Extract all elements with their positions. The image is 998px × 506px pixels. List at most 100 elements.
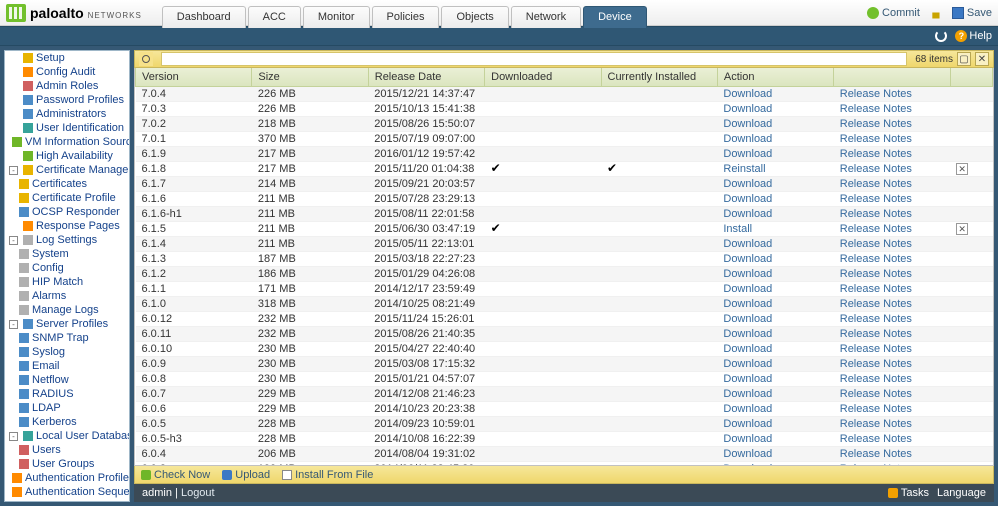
sidebar-item-authentication-sequence[interactable]: Authentication Sequence (5, 485, 129, 499)
sidebar-item-response-pages[interactable]: Response Pages (5, 219, 129, 233)
help-link[interactable]: ?Help (955, 30, 992, 42)
sidebar-item-users[interactable]: Users (5, 443, 129, 457)
table-row[interactable]: 6.0.10230 MB2015/04/27 22:40:40DownloadR… (136, 342, 993, 357)
release-notes-link[interactable]: Release Notes (840, 328, 912, 340)
release-notes-link[interactable]: Release Notes (840, 373, 912, 385)
action-link[interactable]: Download (723, 313, 772, 325)
action-link[interactable]: Download (723, 388, 772, 400)
sidebar-item-snmp-trap[interactable]: SNMP Trap (5, 331, 129, 345)
action-link[interactable]: Download (723, 253, 772, 265)
upload-button[interactable]: Upload (222, 469, 270, 481)
table-row[interactable]: 6.0.7229 MB2014/12/08 21:46:23DownloadRe… (136, 387, 993, 402)
table-row[interactable]: 6.1.3187 MB2015/03/18 22:27:23DownloadRe… (136, 252, 993, 267)
release-notes-link[interactable]: Release Notes (840, 403, 912, 415)
col-version[interactable]: Version (136, 68, 252, 87)
release-notes-link[interactable]: Release Notes (840, 163, 912, 175)
action-link[interactable]: Download (723, 103, 772, 115)
release-notes-link[interactable]: Release Notes (840, 208, 912, 220)
refresh-icon[interactable] (935, 30, 947, 42)
sidebar-item-kerberos[interactable]: Kerberos (5, 415, 129, 429)
release-notes-link[interactable]: Release Notes (840, 343, 912, 355)
tab-policies[interactable]: Policies (372, 6, 440, 28)
tab-network[interactable]: Network (511, 6, 581, 28)
expand-button[interactable]: ▢ (957, 52, 971, 66)
action-link[interactable]: Download (723, 133, 772, 145)
check-now-button[interactable]: Check Now (141, 469, 210, 481)
action-link[interactable]: Download (723, 433, 772, 445)
sidebar-item-log-settings[interactable]: -Log Settings (5, 233, 129, 247)
sidebar-item-vm-information-sources[interactable]: VM Information Sources (5, 135, 129, 149)
commit-link[interactable]: Commit (867, 7, 920, 19)
col-action[interactable]: Action (717, 68, 833, 87)
release-notes-link[interactable]: Release Notes (840, 223, 912, 235)
sidebar-item-setup[interactable]: Setup (5, 51, 129, 65)
sidebar-item-local-user-database[interactable]: -Local User Database (5, 429, 129, 443)
table-row[interactable]: 7.0.4226 MB2015/12/21 14:37:47DownloadRe… (136, 87, 993, 102)
release-notes-link[interactable]: Release Notes (840, 88, 912, 100)
sidebar-item-ocsp-responder[interactable]: OCSP Responder (5, 205, 129, 219)
table-row[interactable]: 6.0.5-h3228 MB2014/10/08 16:22:39Downloa… (136, 432, 993, 447)
table-row[interactable]: 6.1.8217 MB2015/11/20 01:04:38✔✔Reinstal… (136, 162, 993, 177)
table-row[interactable]: 6.0.6229 MB2014/10/23 20:23:38DownloadRe… (136, 402, 993, 417)
search-icon[interactable] (139, 52, 153, 66)
release-notes-link[interactable]: Release Notes (840, 148, 912, 160)
tab-monitor[interactable]: Monitor (303, 6, 370, 28)
table-row[interactable]: 6.1.6-h1211 MB2015/08/11 22:01:58Downloa… (136, 207, 993, 222)
action-link[interactable]: Download (723, 268, 772, 280)
release-notes-link[interactable]: Release Notes (840, 253, 912, 265)
col-release-date[interactable]: Release Date (368, 68, 484, 87)
save-link[interactable]: Save (952, 7, 992, 19)
action-link[interactable]: Download (723, 343, 772, 355)
action-link[interactable]: Download (723, 328, 772, 340)
release-notes-link[interactable]: Release Notes (840, 238, 912, 250)
table-row[interactable]: 6.1.4211 MB2015/05/11 22:13:01DownloadRe… (136, 237, 993, 252)
sidebar-item-high-availability[interactable]: High Availability (5, 149, 129, 163)
table-row[interactable]: 6.1.2186 MB2015/01/29 04:26:08DownloadRe… (136, 267, 993, 282)
sidebar[interactable]: SetupConfig AuditAdmin RolesPassword Pro… (4, 50, 130, 502)
release-notes-link[interactable]: Release Notes (840, 178, 912, 190)
tasks-link[interactable]: Tasks (888, 487, 929, 499)
action-link[interactable]: Download (723, 418, 772, 430)
action-link[interactable]: Download (723, 88, 772, 100)
sidebar-item-email[interactable]: Email (5, 359, 129, 373)
action-link[interactable]: Download (723, 283, 772, 295)
language-link[interactable]: Language (937, 487, 986, 499)
sidebar-item-password-profiles[interactable]: Password Profiles (5, 93, 129, 107)
sidebar-item-system[interactable]: System (5, 247, 129, 261)
table-row[interactable]: 6.0.9230 MB2015/03/08 17:15:32DownloadRe… (136, 357, 993, 372)
table-row[interactable]: 6.1.5211 MB2015/06/30 03:47:19✔InstallRe… (136, 222, 993, 237)
search-input[interactable] (161, 52, 907, 66)
release-notes-link[interactable]: Release Notes (840, 313, 912, 325)
sidebar-item-server-profiles[interactable]: -Server Profiles (5, 317, 129, 331)
sidebar-item-scheduled-log-export[interactable]: Scheduled Log Export (5, 499, 129, 502)
table-row[interactable]: 6.1.1171 MB2014/12/17 23:59:49DownloadRe… (136, 282, 993, 297)
sidebar-item-user-identification[interactable]: User Identification (5, 121, 129, 135)
sidebar-item-radius[interactable]: RADIUS (5, 387, 129, 401)
table-row[interactable]: 6.0.5228 MB2014/09/23 10:59:01DownloadRe… (136, 417, 993, 432)
release-notes-link[interactable]: Release Notes (840, 268, 912, 280)
delete-icon[interactable]: ✕ (956, 223, 968, 235)
table-row[interactable]: 6.0.4206 MB2014/08/04 19:31:02DownloadRe… (136, 447, 993, 462)
logout-link[interactable]: Logout (181, 487, 215, 499)
sidebar-item-certificate-management[interactable]: -Certificate Management (5, 163, 129, 177)
tab-dashboard[interactable]: Dashboard (162, 6, 246, 28)
sidebar-item-certificate-profile[interactable]: Certificate Profile (5, 191, 129, 205)
table-row[interactable]: 7.0.1370 MB2015/07/19 09:07:00DownloadRe… (136, 132, 993, 147)
tab-acc[interactable]: ACC (248, 6, 301, 28)
release-notes-link[interactable]: Release Notes (840, 133, 912, 145)
tree-toggle-icon[interactable]: - (9, 432, 18, 441)
sidebar-item-manage-logs[interactable]: Manage Logs (5, 303, 129, 317)
action-link[interactable]: Download (723, 448, 772, 460)
table-row[interactable]: 6.1.6211 MB2015/07/28 23:29:13DownloadRe… (136, 192, 993, 207)
release-notes-link[interactable]: Release Notes (840, 103, 912, 115)
sidebar-item-config-audit[interactable]: Config Audit (5, 65, 129, 79)
release-notes-link[interactable]: Release Notes (840, 388, 912, 400)
action-link[interactable]: Download (723, 148, 772, 160)
action-link[interactable]: Download (723, 403, 772, 415)
col-currently-installed[interactable]: Currently Installed (601, 68, 717, 87)
action-link[interactable]: Download (723, 373, 772, 385)
delete-icon[interactable]: ✕ (956, 163, 968, 175)
col-size[interactable]: Size (252, 68, 368, 87)
table-row[interactable]: 6.1.7214 MB2015/09/21 20:03:57DownloadRe… (136, 177, 993, 192)
sidebar-item-certificates[interactable]: Certificates (5, 177, 129, 191)
